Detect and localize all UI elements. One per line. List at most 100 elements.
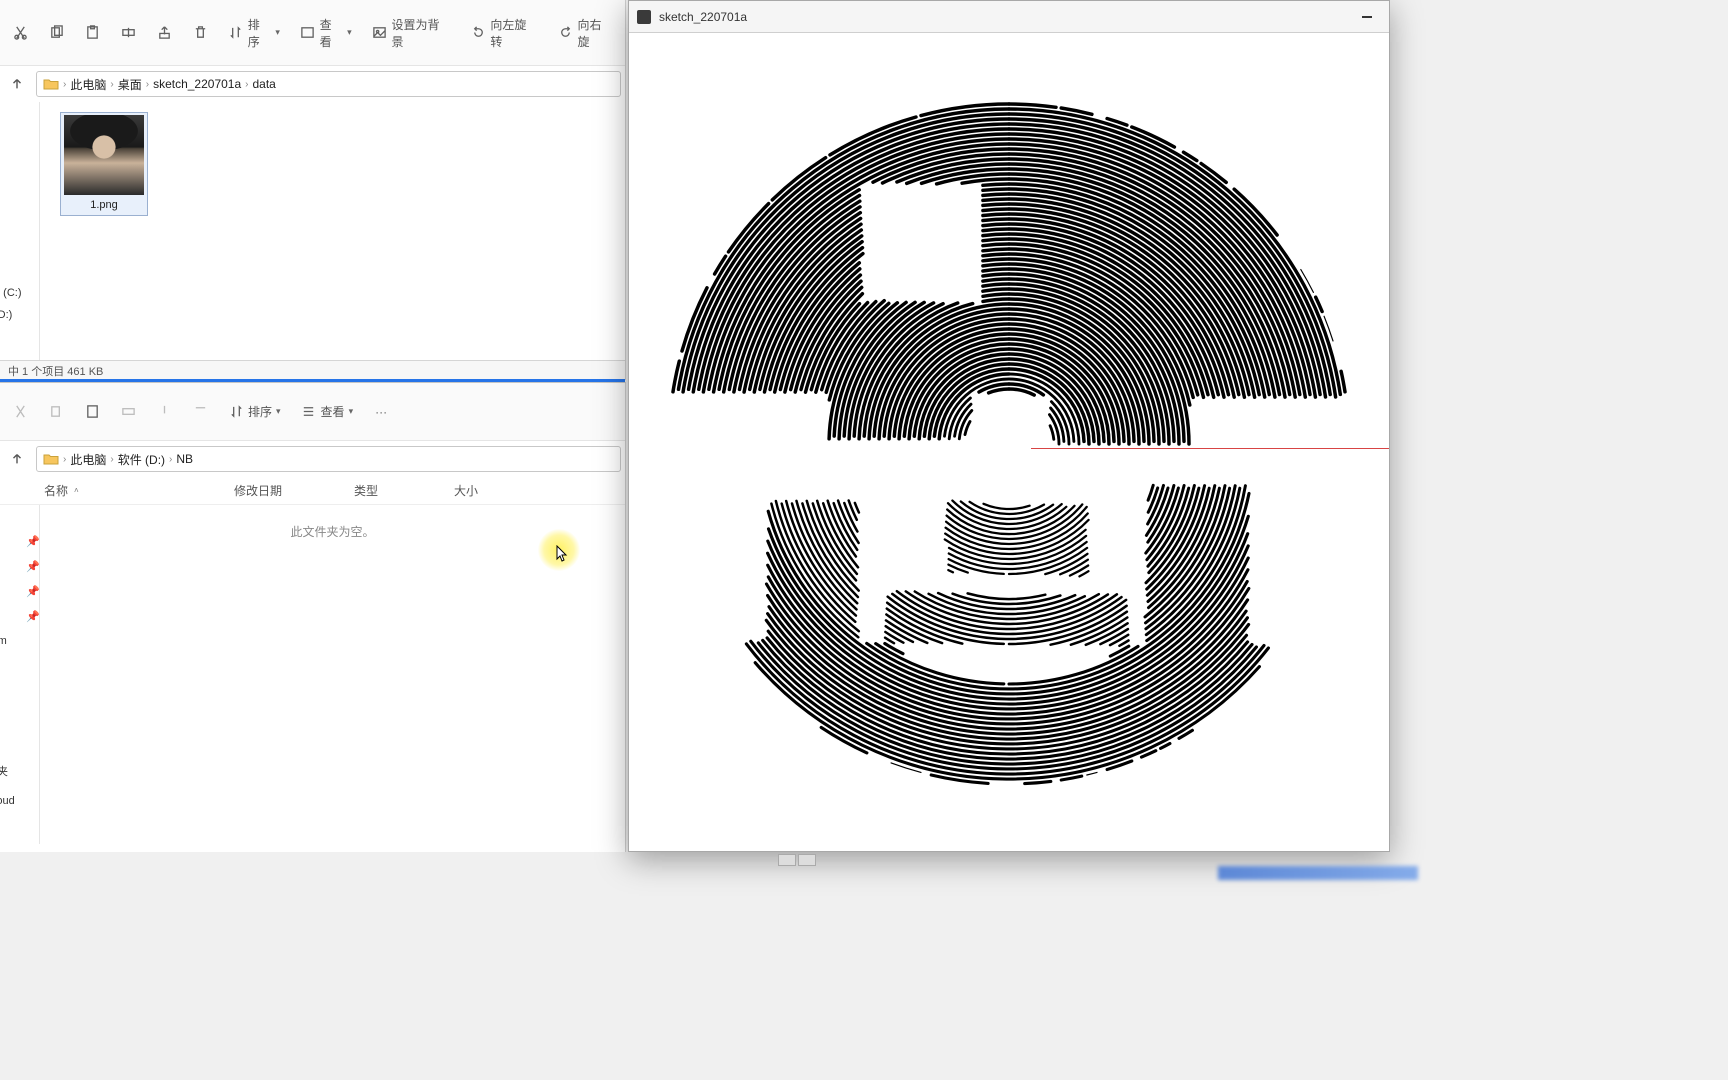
share-button — [150, 398, 178, 426]
share-icon — [156, 25, 172, 41]
breadcrumb[interactable]: › 此电脑 › 桌面 › sketch_220701a › data — [36, 71, 621, 97]
pin-icon: 📌 — [26, 585, 40, 598]
view-button[interactable]: 查看 ▾ — [294, 10, 358, 56]
view-label: 查看 — [321, 403, 345, 420]
column-date[interactable]: 修改日期 — [234, 482, 354, 499]
view-button[interactable]: 查看 ▾ — [295, 397, 360, 426]
pin-icon: 📌 — [26, 610, 40, 623]
empty-folder-text: 此文件夹为空。 — [290, 525, 374, 539]
file-pane-bottom: 📌 📌 📌 📌 com sk 件夹 Cloud e 此文件夹为空。 — [0, 505, 625, 844]
status-bar-top: 中 1 个项目 461 KB — [0, 360, 625, 380]
paste-icon — [84, 25, 100, 41]
column-header-row[interactable]: 名称 ˄ 修改日期 类型 大小 — [0, 477, 625, 505]
crumb[interactable]: 此电脑 — [70, 76, 106, 93]
crumb[interactable]: 桌面 — [118, 76, 142, 93]
up-button[interactable] — [4, 71, 30, 97]
file-list-empty[interactable]: 此文件夹为空。 — [40, 505, 625, 844]
line-art-portrait — [649, 44, 1369, 824]
breadcrumb[interactable]: › 此电脑 › 软件 (D:) › NB — [36, 446, 621, 472]
address-row-bottom: › 此电脑 › 软件 (D:) › NB — [0, 441, 625, 477]
rename-icon — [120, 25, 136, 41]
pin-icon: 📌 — [26, 535, 40, 548]
rotate-right-icon — [558, 25, 574, 41]
trash-icon — [192, 404, 208, 420]
status-text: 中 1 个项目 461 KB — [8, 366, 103, 378]
more-icon: ··· — [373, 404, 389, 420]
chevron-right-icon: › — [110, 454, 113, 465]
column-name[interactable]: 名称 ˄ — [44, 482, 234, 499]
cut-icon — [12, 25, 28, 41]
share-button[interactable] — [150, 19, 178, 47]
trash-icon — [192, 25, 208, 41]
sort-icon — [228, 25, 244, 41]
cursor-icon — [556, 545, 568, 563]
toolbar-bottom: 排序 ▾ 查看 ▾ ··· — [0, 383, 625, 441]
col-label: 名称 — [44, 482, 68, 499]
chevron-right-icon: › — [63, 454, 66, 465]
chevron-down-icon: ▾ — [276, 406, 281, 417]
more-button[interactable]: ··· — [367, 398, 395, 426]
up-button[interactable] — [4, 446, 30, 472]
crumb[interactable]: sketch_220701a — [153, 77, 241, 91]
nav-tree-bottom[interactable]: 📌 📌 📌 📌 com sk 件夹 Cloud e — [0, 505, 40, 844]
sort-asc-icon: ˄ — [74, 486, 79, 495]
delete-button[interactable] — [186, 19, 214, 47]
copy-icon — [48, 25, 64, 41]
taskbar-thumbnails[interactable] — [778, 854, 822, 868]
minimize-button[interactable] — [1353, 7, 1381, 27]
chevron-right-icon: › — [63, 79, 66, 90]
sort-icon — [228, 404, 244, 420]
folder-icon — [43, 76, 59, 92]
setbg-label: 设置为背景 — [391, 16, 450, 50]
rotate-right-label: 向右旋 — [578, 16, 614, 50]
nav-item[interactable]: (D:) — [0, 304, 22, 326]
column-type[interactable]: 类型 — [354, 482, 454, 499]
crumb[interactable]: NB — [176, 452, 193, 466]
set-background-button[interactable]: 设置为背景 — [366, 10, 457, 56]
file-name: 1.png — [90, 199, 118, 211]
paste-button[interactable] — [78, 398, 106, 426]
taskbar-blur — [1218, 866, 1418, 880]
sort-button[interactable]: 排序 ▾ — [222, 397, 287, 426]
col-label: 修改日期 — [234, 484, 282, 498]
list-icon — [301, 404, 317, 420]
column-size[interactable]: 大小 — [454, 482, 534, 499]
copy-button[interactable] — [42, 19, 70, 47]
delete-button — [186, 398, 214, 426]
crumb[interactable]: 此电脑 — [70, 451, 106, 468]
nav-item[interactable]: com — [0, 635, 7, 647]
rotate-right-button[interactable]: 向右旋 — [552, 10, 619, 56]
paste-button[interactable] — [78, 19, 106, 47]
col-label: 大小 — [454, 484, 478, 498]
chevron-down-icon: ▾ — [275, 27, 280, 38]
copy-button — [42, 398, 70, 426]
paste-icon — [84, 404, 100, 420]
rotate-left-button[interactable]: 向左旋转 — [465, 10, 544, 56]
progress-scan-line — [1031, 448, 1389, 449]
processing-titlebar[interactable]: sketch_220701a — [629, 1, 1389, 33]
chevron-right-icon: › — [146, 79, 149, 90]
nav-tree-top[interactable]: 0 (C:) (D:) — [0, 102, 40, 360]
col-label: 类型 — [354, 484, 378, 498]
crumb[interactable]: 软件 (D:) — [118, 451, 165, 468]
rename-button — [114, 398, 142, 426]
share-icon — [156, 404, 172, 420]
nav-item[interactable]: 件夹 — [0, 763, 8, 779]
pin-icon: 📌 — [26, 560, 40, 573]
nav-item[interactable]: 0 (C:) — [0, 282, 22, 304]
file-pane-top: 0 (C:) (D:) 1.png — [0, 102, 625, 360]
rename-icon — [120, 404, 136, 420]
cut-button[interactable] — [6, 19, 34, 47]
cut-button — [6, 398, 34, 426]
copy-icon — [48, 404, 64, 420]
nav-item[interactable]: Cloud — [0, 795, 15, 807]
thumbnail-image — [64, 115, 144, 195]
crumb[interactable]: data — [252, 77, 275, 91]
sort-button[interactable]: 排序 ▾ — [222, 10, 286, 56]
chevron-down-icon: ▾ — [349, 406, 354, 417]
address-row-top: › 此电脑 › 桌面 › sketch_220701a › data — [0, 66, 625, 102]
file-grid[interactable]: 1.png — [40, 102, 625, 360]
rename-button[interactable] — [114, 19, 142, 47]
view-icon — [300, 25, 316, 41]
file-thumbnail[interactable]: 1.png — [60, 112, 148, 216]
